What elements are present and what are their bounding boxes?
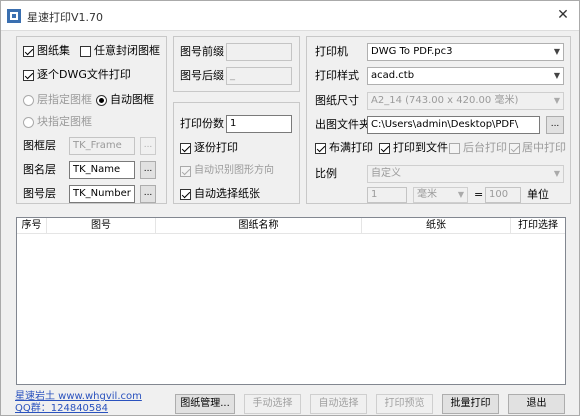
print-to-file-label: 打印到文件 (393, 141, 448, 154)
chevron-down-icon: ▼ (553, 96, 560, 105)
output-folder-browse-button[interactable]: ... (546, 116, 564, 134)
printer-label: 打印机 (315, 45, 348, 58)
auto-select-button[interactable]: 自动选择 (310, 394, 367, 414)
app-icon (7, 9, 21, 23)
collate-checkbox[interactable] (180, 143, 191, 154)
style-select[interactable]: acad.ctb ▼ (367, 67, 564, 85)
unit-label: 单位 (527, 188, 549, 201)
number-layer-input[interactable]: TK_Number (69, 185, 135, 203)
paper-size-value: A2_14 (743.00 x 420.00 毫米) (371, 95, 519, 106)
block-frame-label: 块指定图框 (37, 115, 92, 128)
any-closed-frame-checkbox[interactable] (80, 46, 91, 57)
output-folder-label: 出图文件夹 (315, 118, 370, 131)
qq-group-link[interactable]: QQ群：124840584 (15, 403, 108, 415)
each-dwg-label: 逐个DWG文件打印 (37, 68, 131, 81)
suffix-label: 图号后缀 (180, 69, 224, 82)
fill-print-label: 布满打印 (329, 141, 373, 154)
scale-denominator-input[interactable]: 100 (485, 187, 521, 203)
fill-print-checkbox[interactable] (315, 143, 326, 154)
scale-label: 比例 (315, 167, 337, 180)
frame-settings-group: 图纸集 任意封闭图框 逐个DWG文件打印 层指定图框 自动图框 块指定图框 图框… (16, 36, 167, 204)
auto-frame-label: 自动图框 (110, 93, 154, 106)
column-header-print-select[interactable]: 打印选择 (511, 218, 565, 234)
frame-layer-label: 图框层 (23, 139, 56, 152)
drawing-set-checkbox[interactable] (23, 46, 34, 57)
scale-unit-select[interactable]: 毫米 ▼ (413, 187, 468, 203)
frame-layer-input[interactable]: TK_Frame (69, 137, 135, 155)
title-bar: 星速打印V1.70 ✕ (1, 1, 579, 31)
name-layer-browse-button[interactable]: ... (140, 161, 156, 179)
copies-input[interactable]: 1 (226, 115, 292, 133)
window-title: 星速打印V1.70 (27, 11, 104, 24)
printer-select[interactable]: DWG To PDF.pc3 ▼ (367, 43, 564, 61)
suffix-input[interactable]: _ (226, 67, 292, 85)
scale-unit-value: 毫米 (417, 189, 437, 200)
output-folder-input[interactable]: C:\Users\admin\Desktop\PDF\ (367, 116, 540, 134)
chevron-down-icon: ▼ (553, 71, 560, 80)
center-print-checkbox[interactable] (509, 143, 520, 154)
chevron-down-icon: ▼ (553, 47, 560, 56)
batch-print-button[interactable]: 批量打印 (442, 394, 499, 414)
layer-frame-radio[interactable] (23, 95, 34, 106)
drawing-set-label: 图纸集 (37, 44, 70, 57)
auto-paper-checkbox[interactable] (180, 189, 191, 200)
copies-label: 打印份数 (180, 117, 224, 130)
column-header-index[interactable]: 序号 (17, 218, 47, 234)
paper-size-select[interactable]: A2_14 (743.00 x 420.00 毫米) ▼ (367, 92, 564, 110)
style-label: 打印样式 (315, 69, 359, 82)
auto-frame-radio[interactable] (96, 95, 107, 106)
name-layer-label: 图名层 (23, 163, 56, 176)
scale-value: 自定义 (371, 168, 401, 179)
name-layer-input[interactable]: TK_Name (69, 161, 135, 179)
website-link[interactable]: 星速岩土 www.whgvil.com (15, 391, 142, 403)
scale-select[interactable]: 自定义 ▼ (367, 165, 564, 183)
number-affix-group: 图号前缀 图号后缀 _ (173, 36, 300, 92)
auto-orient-checkbox[interactable] (180, 166, 191, 177)
auto-orient-label: 自动识别图形方向 (194, 165, 274, 176)
exit-button[interactable]: 退出 (508, 394, 565, 414)
column-header-paper[interactable]: 纸张 (362, 218, 511, 234)
close-icon[interactable]: ✕ (555, 7, 571, 23)
drawing-manage-button[interactable]: 图纸管理... (175, 394, 235, 414)
manual-select-button[interactable]: 手动选择 (244, 394, 301, 414)
print-options-group: 打印份数 1 逐份打印 自动识别图形方向 自动选择纸张 (173, 102, 300, 204)
prefix-label: 图号前缀 (180, 45, 224, 58)
frame-layer-browse-button[interactable]: ... (140, 137, 156, 155)
printer-value: DWG To PDF.pc3 (371, 46, 453, 57)
column-header-number[interactable]: 图号 (47, 218, 156, 234)
center-print-label: 居中打印 (522, 141, 566, 154)
paper-size-label: 图纸尺寸 (315, 94, 359, 107)
background-print-label: 后台打印 (463, 141, 507, 154)
prefix-input[interactable] (226, 43, 292, 61)
column-header-name[interactable]: 图纸名称 (156, 218, 362, 234)
print-preview-button[interactable]: 打印预览 (376, 394, 433, 414)
auto-paper-label: 自动选择纸张 (194, 187, 260, 200)
number-layer-label: 图号层 (23, 187, 56, 200)
each-dwg-checkbox[interactable] (23, 70, 34, 81)
print-to-file-checkbox[interactable] (379, 143, 390, 154)
scale-numerator-input[interactable]: 1 (367, 187, 407, 203)
printer-settings-group: 打印机 DWG To PDF.pc3 ▼ 打印样式 acad.ctb ▼ 图纸尺… (306, 36, 571, 204)
layer-frame-label: 层指定图框 (37, 93, 92, 106)
block-frame-radio[interactable] (23, 117, 34, 128)
equals-sign: = (474, 188, 484, 201)
any-closed-frame-label: 任意封闭图框 (94, 44, 160, 57)
table-header: 序号 图号 图纸名称 纸张 打印选择 (17, 218, 565, 234)
drawing-list-table[interactable]: 序号 图号 图纸名称 纸张 打印选择 (16, 217, 566, 385)
app-window: 星速打印V1.70 ✕ 图纸集 任意封闭图框 逐个DWG文件打印 层指定图框 自… (0, 0, 580, 416)
style-value: acad.ctb (371, 70, 415, 81)
number-layer-browse-button[interactable]: ... (140, 185, 156, 203)
chevron-down-icon: ▼ (553, 169, 560, 178)
background-print-checkbox[interactable] (449, 143, 460, 154)
chevron-down-icon: ▼ (457, 190, 464, 199)
collate-label: 逐份打印 (194, 141, 238, 154)
